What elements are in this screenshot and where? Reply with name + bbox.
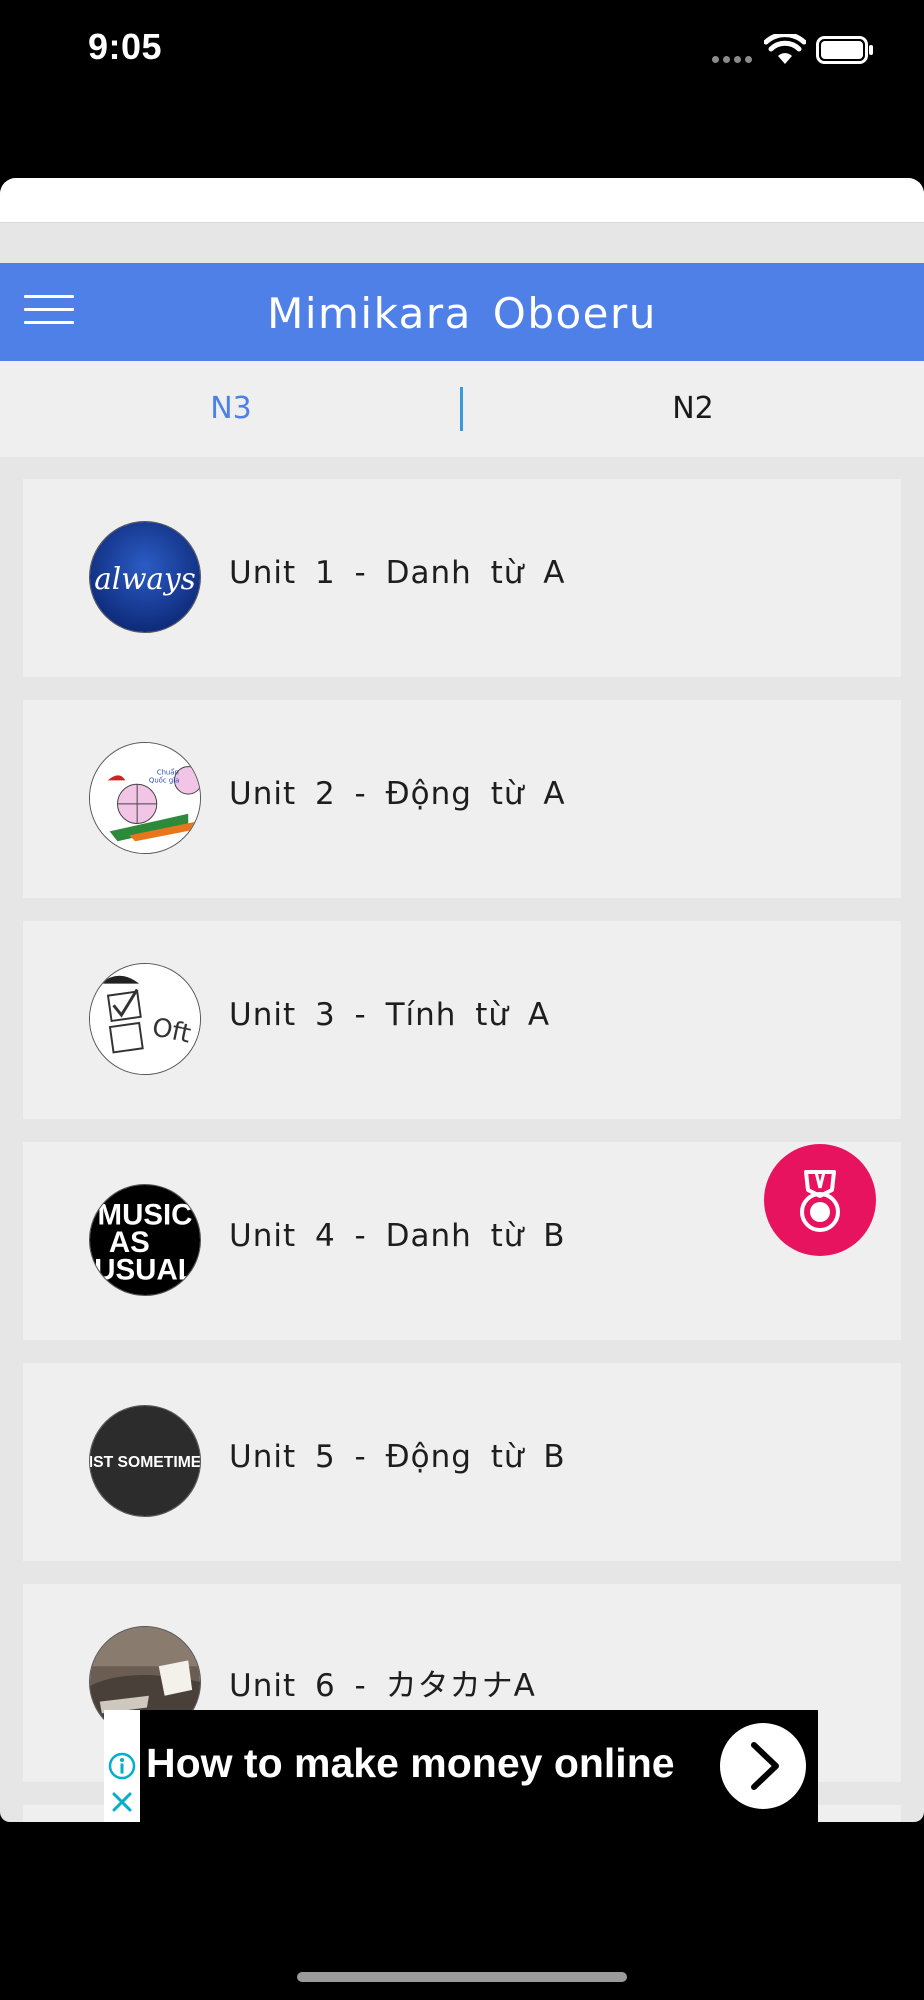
ad-headline[interactable]: How to make money online <box>146 1740 675 1787</box>
list-item[interactable]: Oft Unit 3 - Tính từ A <box>23 921 901 1119</box>
unit-list: always Unit 1 - Danh từ A Chuẩn Quốc gia <box>0 457 924 1822</box>
tab-n3[interactable]: N3 <box>0 361 462 457</box>
unit-thumbnail: MUSIC AS USUAL <box>89 1184 201 1296</box>
unit-thumbnail: Chuẩn Quốc gia <box>89 742 201 854</box>
unit-label: Unit 4 - Danh từ B <box>229 1218 566 1254</box>
list-item[interactable]: Chuẩn Quốc gia Unit 2 - Động từ A <box>23 700 901 898</box>
wifi-icon <box>764 34 806 64</box>
tab-n2[interactable]: N2 <box>462 361 924 457</box>
header-spacer <box>0 223 924 263</box>
unit-label: Unit 5 - Động từ B <box>229 1439 566 1475</box>
unit-label: Unit 3 - Tính từ A <box>229 997 551 1033</box>
svg-text:Chuẩn: Chuẩn <box>157 767 179 776</box>
unit-label: Unit 1 - Danh từ A <box>229 555 566 591</box>
ad-cta-button[interactable] <box>720 1723 806 1809</box>
battery-icon <box>816 36 873 64</box>
unit-label: Unit 6 - カタカナA <box>229 1668 536 1704</box>
unit-thumbnail: always <box>89 521 201 633</box>
page-title: Mimikara Oboeru <box>267 289 657 338</box>
ad-close-icon[interactable] <box>108 1788 136 1816</box>
home-indicator[interactable] <box>297 1972 627 1982</box>
ad-banner[interactable]: How to make money online <box>104 1710 818 1822</box>
achievements-button[interactable] <box>764 1144 876 1256</box>
status-bar: 9:05 <box>0 0 924 100</box>
unit-label: Unit 2 - Động từ A <box>229 776 566 812</box>
level-tabs: N3 N2 <box>0 361 924 457</box>
cellular-signal-icon <box>712 56 752 63</box>
tab-divider <box>460 387 463 431</box>
app-header: Mimikara Oboeru <box>0 263 924 361</box>
unit-thumbnail: IST SOMETIME <box>89 1405 201 1517</box>
app-sheet: Mimikara Oboeru N3 N2 always Unit 1 - Da… <box>0 178 924 1822</box>
svg-text:Quốc gia: Quốc gia <box>149 776 179 784</box>
svg-text:USUAL: USUAL <box>94 1253 195 1286</box>
status-time: 9:05 <box>88 26 163 67</box>
svg-text:IST SOMETIME: IST SOMETIME <box>90 1454 200 1471</box>
list-item[interactable]: IST SOMETIME Unit 5 - Động từ B <box>23 1363 901 1561</box>
ad-info-icon[interactable] <box>108 1752 136 1780</box>
chevron-right-icon <box>751 1742 779 1790</box>
svg-text:always: always <box>94 562 196 596</box>
list-item[interactable]: always Unit 1 - Danh từ A <box>23 479 901 677</box>
medal-icon <box>800 1170 840 1232</box>
sheet-top-bar <box>0 178 924 223</box>
unit-thumbnail: Oft <box>89 963 201 1075</box>
